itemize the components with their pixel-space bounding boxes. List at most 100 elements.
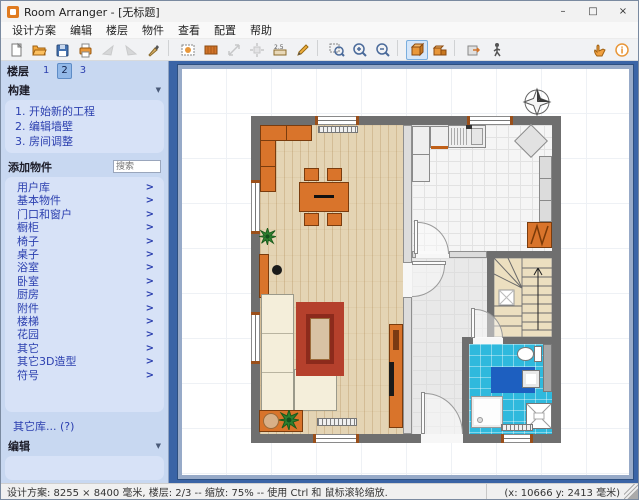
print-button[interactable]	[74, 40, 96, 60]
category-厨房[interactable]: 厨房>	[5, 288, 164, 301]
texture-button[interactable]	[200, 40, 222, 60]
menu-编辑[interactable]: 编辑	[63, 22, 99, 39]
category-浴室[interactable]: 浴室>	[5, 261, 164, 274]
undo-button[interactable]	[97, 40, 119, 60]
chair[interactable]	[304, 213, 319, 226]
category-花园[interactable]: 花园>	[5, 328, 164, 341]
kitchen-counter[interactable]	[286, 125, 312, 141]
zoom-out-button[interactable]	[372, 40, 394, 60]
coffee-table[interactable]	[306, 314, 334, 364]
measure-button[interactable]: 2.5	[269, 40, 291, 60]
paint-brush-button[interactable]	[143, 40, 165, 60]
window[interactable]	[501, 434, 533, 443]
category-附件[interactable]: 附件>	[5, 302, 164, 315]
category-桌子[interactable]: 桌子>	[5, 248, 164, 261]
window[interactable]	[315, 116, 359, 125]
faucet	[466, 125, 472, 129]
category-楼梯[interactable]: 楼梯>	[5, 315, 164, 328]
minimize-button[interactable]: –	[548, 1, 578, 22]
resize-grip[interactable]	[624, 484, 638, 499]
shower-tray[interactable]	[471, 396, 503, 428]
window[interactable]	[251, 312, 260, 364]
save-button[interactable]	[51, 40, 73, 60]
chevron-right-icon: >	[146, 302, 154, 315]
move-object-button[interactable]	[246, 40, 268, 60]
build-step-link[interactable]: 2. 编辑墙壁	[5, 119, 164, 134]
category-椅子[interactable]: 椅子>	[5, 235, 164, 248]
window[interactable]	[251, 180, 260, 234]
potted-plant[interactable]	[259, 228, 276, 245]
kitchen-counter[interactable]	[260, 140, 276, 167]
walkthrough-button[interactable]	[486, 40, 508, 60]
edit-section-header[interactable]: 编辑 ▼	[1, 437, 168, 455]
floor-plan-button[interactable]	[177, 40, 199, 60]
svg-text:i: i	[621, 46, 624, 56]
category-用户库[interactable]: 用户库>	[5, 181, 164, 194]
resize-walls-button[interactable]	[223, 40, 245, 60]
floor-tab-3[interactable]: 3	[76, 63, 90, 79]
compass-icon[interactable]	[521, 86, 554, 119]
radiator[interactable]	[317, 418, 357, 426]
new-document-button[interactable]	[5, 40, 27, 60]
chair[interactable]	[327, 213, 342, 226]
build-step-link[interactable]: 1. 开始新的工程	[5, 104, 164, 119]
menu-配置[interactable]: 配置	[207, 22, 243, 39]
zoom-region-button[interactable]	[326, 40, 348, 60]
potted-plant[interactable]	[279, 410, 299, 430]
build-section-header[interactable]: 构建 ▼	[1, 81, 168, 99]
floors-label: 楼层	[7, 63, 29, 79]
more-libraries-link[interactable]: 其它库... (?)	[1, 416, 168, 437]
category-其它[interactable]: 其它>	[5, 342, 164, 355]
floor-plan[interactable]	[251, 116, 561, 443]
menu-楼层[interactable]: 楼层	[99, 22, 135, 39]
radiator[interactable]	[318, 126, 358, 133]
pencil-button[interactable]	[292, 40, 314, 60]
zoom-in-button[interactable]	[349, 40, 371, 60]
washbasin[interactable]	[522, 370, 540, 388]
build-step-link[interactable]: 3. 房间调整	[5, 134, 164, 149]
category-门口和窗户[interactable]: 门口和窗户>	[5, 208, 164, 221]
kitchen-counter[interactable]	[260, 125, 287, 141]
close-button[interactable]: ×	[608, 1, 638, 22]
maximize-button[interactable]: □	[578, 1, 608, 22]
sofa[interactable]	[261, 294, 294, 411]
counter-edge	[431, 146, 448, 149]
radiator[interactable]	[501, 424, 533, 431]
window[interactable]	[313, 434, 359, 443]
floor-tab-1[interactable]: 1	[39, 63, 53, 79]
drawing-page[interactable]	[182, 69, 629, 475]
counter[interactable]	[430, 126, 449, 148]
toilet[interactable]	[517, 347, 534, 361]
walk-3d-button[interactable]	[463, 40, 485, 60]
pan-hand-button[interactable]	[588, 40, 610, 60]
chevron-down-icon[interactable]: ▼	[156, 442, 161, 450]
category-橱柜[interactable]: 橱柜>	[5, 221, 164, 234]
view-3d-button[interactable]	[406, 40, 428, 60]
chair[interactable]	[327, 168, 342, 181]
chair[interactable]	[304, 168, 319, 181]
category-符号[interactable]: 符号>	[5, 369, 164, 382]
menu-查看[interactable]: 查看	[171, 22, 207, 39]
floor-lamp[interactable]	[272, 265, 282, 275]
objects-3d-button[interactable]	[429, 40, 451, 60]
info-button[interactable]: i	[611, 40, 633, 60]
floor-tab-2[interactable]: 2	[57, 63, 71, 79]
category-其它3D造型[interactable]: 其它3D造型>	[5, 355, 164, 368]
category-卧室[interactable]: 卧室>	[5, 275, 164, 288]
category-基本物件[interactable]: 基本物件>	[5, 194, 164, 207]
menu-帮助[interactable]: 帮助	[243, 22, 279, 39]
search-input[interactable]	[113, 160, 161, 173]
menu-设计方案[interactable]: 设计方案	[5, 22, 63, 39]
app-icon	[7, 6, 19, 18]
staircase[interactable]	[494, 258, 552, 337]
tall-cabinet[interactable]	[412, 126, 430, 182]
open-folder-button[interactable]	[28, 40, 50, 60]
chevron-down-icon[interactable]: ▼	[156, 86, 161, 94]
wall-cabinets[interactable]	[539, 156, 552, 222]
kitchen-counter[interactable]	[260, 166, 276, 192]
redo-button[interactable]	[120, 40, 142, 60]
menu-物件[interactable]: 物件	[135, 22, 171, 39]
shelf[interactable]	[259, 254, 269, 298]
window[interactable]	[467, 116, 513, 125]
canvas[interactable]	[169, 61, 638, 483]
